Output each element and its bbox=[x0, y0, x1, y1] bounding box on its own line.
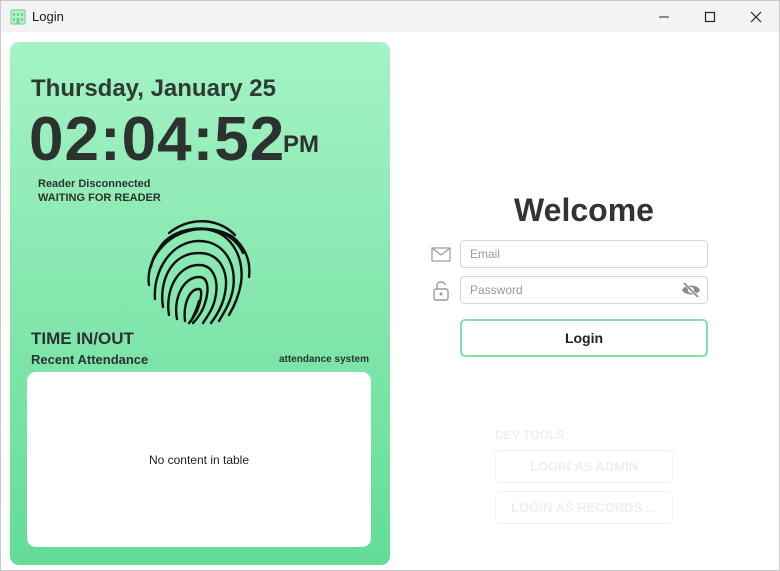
welcome-heading: Welcome bbox=[514, 192, 654, 228]
eye-slash-icon[interactable] bbox=[681, 281, 701, 299]
fingerprint-icon bbox=[147, 220, 251, 325]
envelope-icon bbox=[431, 247, 451, 262]
login-window: Login Thursday, January 25 02:04:52 PM R… bbox=[0, 0, 780, 571]
system-label: attendance system bbox=[278, 354, 369, 365]
close-icon bbox=[750, 11, 762, 22]
lock-icon bbox=[433, 281, 449, 301]
current-time: 02:04:52 bbox=[29, 105, 286, 174]
building-icon bbox=[10, 9, 26, 25]
attendance-table[interactable]: No content in table bbox=[27, 372, 371, 547]
window-title: Login bbox=[32, 9, 64, 24]
reader-state: WAITING FOR READER bbox=[38, 192, 161, 204]
login-button[interactable]: Login bbox=[460, 319, 708, 357]
section-title: TIME IN/OUT bbox=[31, 329, 134, 348]
am-pm-indicator: PM bbox=[283, 131, 319, 158]
login-as-admin-button[interactable]: LOGIN AS ADMIN bbox=[495, 450, 673, 483]
reader-status: Reader Disconnected bbox=[38, 178, 151, 190]
title-bar[interactable]: Login bbox=[1, 1, 779, 32]
maximize-button[interactable] bbox=[687, 1, 733, 32]
dev-tools-title: DEV TOOLS bbox=[495, 428, 565, 442]
attendance-panel: Thursday, January 25 02:04:52 PM Reader … bbox=[10, 42, 390, 565]
recent-attendance-label: Recent Attendance bbox=[31, 352, 149, 367]
empty-table-message: No content in table bbox=[148, 452, 250, 467]
email-field[interactable] bbox=[460, 240, 708, 268]
maximize-icon bbox=[704, 11, 716, 22]
close-button[interactable] bbox=[733, 1, 779, 32]
minimize-button[interactable] bbox=[641, 1, 687, 32]
minimize-icon bbox=[659, 16, 669, 17]
login-as-records-button[interactable]: LOGIN AS RECORDS ... bbox=[495, 491, 673, 524]
email-input[interactable] bbox=[461, 241, 661, 266]
current-date: Thursday, January 25 bbox=[31, 75, 276, 102]
password-field[interactable] bbox=[460, 276, 708, 304]
password-input[interactable] bbox=[461, 277, 661, 302]
